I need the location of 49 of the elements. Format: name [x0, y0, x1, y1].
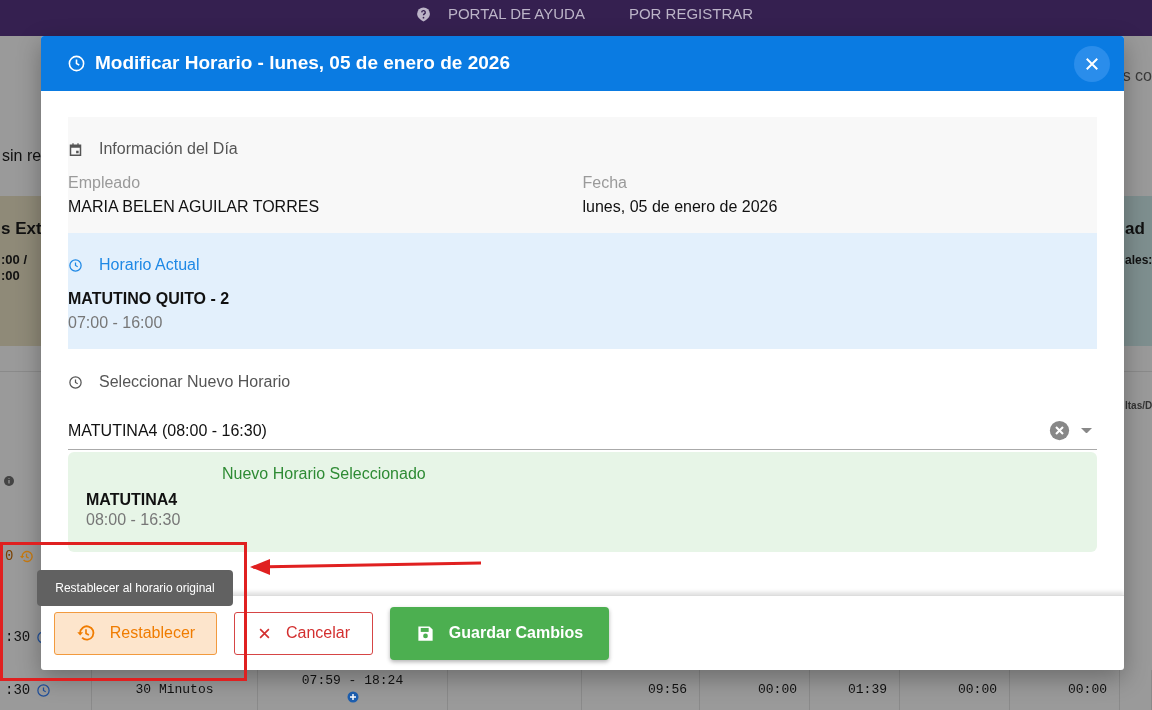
section-heading: Seleccionar Nuevo Horario [99, 372, 291, 392]
dialog-title: Modificar Horario - lunes, 05 de enero de 2026 [95, 51, 511, 76]
table-cell-text: :30 [5, 680, 31, 700]
table-cell-text: 00:00 [958, 681, 997, 700]
caret-icon [1081, 427, 1092, 434]
nav-link[interactable]: PORTAL DE AYUDA [447, 2, 585, 26]
nav-link[interactable]: POR REGISTRAR [628, 2, 754, 26]
section-heading: Horario Actual [99, 255, 200, 275]
history-icon [75, 623, 96, 643]
table-cell-text: 00:00 [758, 681, 797, 700]
table-cell-text: 07:59 - 18:24 [301, 672, 404, 691]
calendar-icon [68, 141, 83, 157]
field-value: MARIA BELEN AGUILAR TORRES [68, 198, 320, 215]
card-title: ad [1125, 219, 1145, 238]
table-cell-text: :30 [5, 628, 31, 647]
schedule-select[interactable]: MATUTINA4 (08:00 - 16:30) [68, 412, 1097, 450]
clear-icon[interactable] [1049, 420, 1070, 441]
table-cell-text: 09:56 [648, 681, 687, 700]
info-icon [3, 475, 15, 487]
card-value: :00 / [1, 251, 27, 267]
clock-icon [36, 682, 52, 698]
table-cell-text: 30 Minutos [135, 681, 214, 700]
page-text: sin re [2, 146, 42, 166]
card-title: s Ext [1, 219, 42, 238]
clock-icon [68, 257, 83, 273]
field-label: Empleado [68, 174, 141, 191]
card-value: :00 [1, 267, 20, 283]
schedule-name: MATUTINO QUITO - 2 [68, 290, 230, 307]
add-icon [346, 690, 359, 703]
page-text: s co [1122, 66, 1152, 86]
table-cell-text: 00:00 [1068, 681, 1107, 700]
cancel-button[interactable]: Cancelar [234, 611, 373, 655]
tooltip: Restablecer al horario original [37, 570, 233, 606]
close-button[interactable] [1074, 45, 1110, 82]
table-cell-text: 0 [5, 547, 14, 566]
section-heading: Nuevo Horario Seleccionado [222, 465, 426, 482]
field-label: Fecha [582, 174, 627, 191]
field-value: lunes, 05 de enero de 2026 [582, 198, 778, 215]
history-icon [19, 549, 35, 564]
section-heading: Información del Día [99, 139, 238, 159]
schedule-hours: 08:00 - 16:30 [86, 511, 181, 528]
clock-icon [67, 54, 86, 73]
schedule-name: MATUTINA4 [86, 491, 178, 508]
help-icon [414, 5, 432, 23]
card-label: ales: [1125, 252, 1152, 267]
schedule-hours: 07:00 - 16:00 [68, 314, 163, 331]
table-cell-text: 01:39 [848, 681, 887, 700]
clock-icon [68, 374, 83, 390]
column-header: ltas/D [1124, 399, 1152, 413]
